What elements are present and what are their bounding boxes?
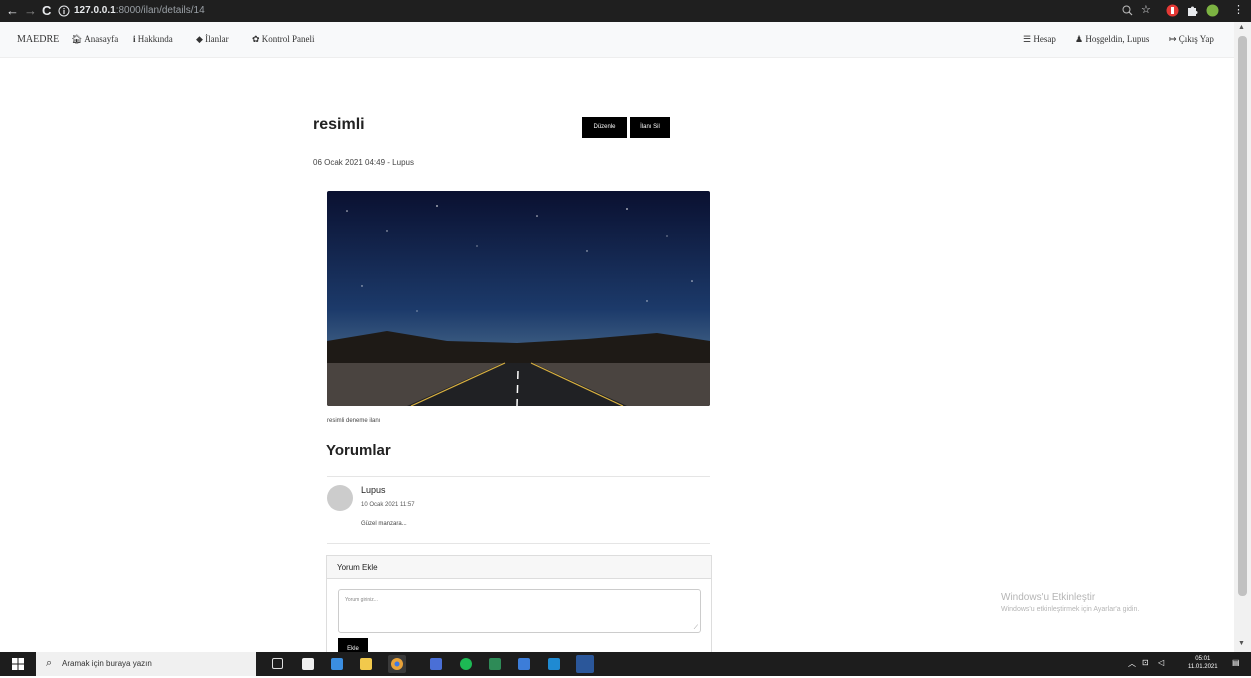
teams-icon[interactable] xyxy=(518,658,530,670)
tray-chevron-icon[interactable]: ︿ xyxy=(1128,658,1136,669)
scroll-down-icon[interactable]: ▼ xyxy=(1238,640,1245,647)
comment-placeholder: Yorum giriniz... xyxy=(345,597,378,603)
profile-avatar-icon[interactable] xyxy=(1206,4,1219,17)
comment-author: Lupus xyxy=(361,485,386,495)
watermark-subtitle: Windows'u etkinleştirmek için Ayarlar'a … xyxy=(1001,606,1140,613)
app-icon[interactable] xyxy=(331,658,343,670)
extensions-puzzle-icon[interactable] xyxy=(1185,4,1198,17)
comment-form-header: Yorum Ekle xyxy=(327,556,711,579)
nav-item-panel[interactable]: ✿ Kontrol Paneli xyxy=(252,34,315,45)
divider xyxy=(327,476,710,477)
comments-heading: Yorumlar xyxy=(326,442,391,459)
mail-icon[interactable] xyxy=(430,658,442,670)
taskbar: ⌕ Aramak için buraya yazın ︿ ⊡ ◁ 05:01 1… xyxy=(0,652,1251,676)
bookmark-star-icon[interactable]: ☆ xyxy=(1141,3,1151,16)
comment-input[interactable]: Yorum giriniz... ⟋ xyxy=(338,589,701,633)
volume-icon[interactable]: ◁ xyxy=(1158,658,1164,667)
browser-toolbar: ← → C 127.0.0.1:8000/ilan/details/14 ☆ ⋮ xyxy=(0,0,1251,22)
delete-button[interactable]: İlanı Sil xyxy=(630,117,670,138)
page-scrollbar[interactable]: ▲ ▼ xyxy=(1234,22,1251,652)
taskbar-search-placeholder: Aramak için buraya yazın xyxy=(62,659,152,668)
spotify-icon[interactable] xyxy=(460,658,472,670)
post-title: resimli xyxy=(313,116,365,133)
nav-item-home[interactable]: 🏠︎ Anasayfa xyxy=(71,34,118,45)
chrome-icon[interactable] xyxy=(388,655,406,673)
comment-date: 10 Ocak 2021 11:57 xyxy=(361,502,415,508)
edit-button[interactable]: Düzenle xyxy=(582,117,627,138)
taskbar-search[interactable]: ⌕ Aramak için buraya yazın xyxy=(36,652,256,676)
windows-start-icon[interactable] xyxy=(12,658,24,670)
tag-icon: ◆ xyxy=(196,34,203,44)
post-meta: 06 Ocak 2021 04:49 - Lupus xyxy=(313,158,414,167)
forward-icon[interactable]: → xyxy=(24,3,37,18)
nav-home-label: Anasayfa xyxy=(84,34,119,44)
activation-watermark: Windows'u Etkinleştir Windows'u etkinleş… xyxy=(1001,592,1139,613)
home-icon: 🏠︎ xyxy=(71,34,83,44)
reload-icon[interactable]: C xyxy=(42,3,51,18)
url-host: 127.0.0.1 xyxy=(74,5,116,16)
file-explorer-icon[interactable] xyxy=(360,658,372,670)
clock-time: 05:01 xyxy=(1195,656,1211,662)
extension-shield-icon[interactable] xyxy=(1166,4,1179,17)
nav-item-about[interactable]: i Hakkında xyxy=(133,34,173,44)
resize-grip-icon[interactable]: ⟋ xyxy=(694,625,698,632)
system-clock[interactable]: 05:01 11.01.2021 xyxy=(1188,655,1218,671)
nav-about-label: Hakkında xyxy=(137,34,173,44)
brand-link[interactable]: MAEDRE xyxy=(17,34,59,45)
search-icon: ⌕ xyxy=(46,657,53,669)
vscode-icon[interactable] xyxy=(548,658,560,670)
scroll-up-icon[interactable]: ▲ xyxy=(1238,24,1245,31)
nav-item-welcome[interactable]: ♟ Hoşgeldin, Lupus xyxy=(1075,34,1149,45)
nav-logout-label: Çıkış Yap xyxy=(1178,34,1214,44)
avatar xyxy=(327,485,353,511)
post-description: resimli deneme ilanı xyxy=(327,418,381,424)
watermark-title: Windows'u Etkinleştir xyxy=(1001,592,1096,603)
nav-item-listings[interactable]: ◆ İlanlar xyxy=(196,34,229,45)
task-view-icon[interactable] xyxy=(272,658,283,669)
back-icon[interactable]: ← xyxy=(6,3,19,18)
address-bar[interactable]: 127.0.0.1:8000/ilan/details/14 xyxy=(74,5,205,16)
nav-account-label: Hesap xyxy=(1033,34,1056,44)
word-icon[interactable] xyxy=(576,655,594,673)
url-path: :8000/ilan/details/14 xyxy=(115,5,205,16)
nav-listings-label: İlanlar xyxy=(205,34,229,44)
photos-icon[interactable] xyxy=(489,658,501,670)
site-navbar: MAEDRE 🏠︎ Anasayfa i Hakkında ◆ İlanlar … xyxy=(0,22,1234,58)
scrollbar-thumb[interactable] xyxy=(1238,36,1247,596)
browser-menu-icon[interactable]: ⋮ xyxy=(1233,3,1244,16)
comment-form-card: Yorum Ekle Yorum giriniz... ⟋ Ekle xyxy=(326,555,712,657)
info-icon[interactable] xyxy=(58,5,70,17)
notifications-icon[interactable]: ▤ xyxy=(1232,658,1240,667)
zoom-icon[interactable] xyxy=(1122,5,1133,16)
network-icon[interactable]: ⊡ xyxy=(1142,658,1149,667)
user-icon: ♟ xyxy=(1075,34,1084,44)
post-image xyxy=(327,191,710,406)
gear-icon: ✿ xyxy=(252,34,260,44)
nav-panel-label: Kontrol Paneli xyxy=(261,34,315,44)
clock-date: 11.01.2021 xyxy=(1188,664,1218,670)
store-icon[interactable] xyxy=(302,658,314,670)
info-letter-icon: i xyxy=(133,34,136,44)
sign-out-icon: ↦ xyxy=(1169,34,1177,44)
menu-bars-icon: ☰ xyxy=(1023,34,1032,44)
comment-form-title: Yorum Ekle xyxy=(337,563,378,572)
nav-welcome-label: Hoşgeldin, Lupus xyxy=(1085,34,1150,44)
comment-text: Güzel manzara... xyxy=(361,521,407,527)
nav-item-account[interactable]: ☰ Hesap xyxy=(1023,34,1056,45)
divider xyxy=(327,543,710,544)
nav-item-logout[interactable]: ↦ Çıkış Yap xyxy=(1169,34,1214,45)
